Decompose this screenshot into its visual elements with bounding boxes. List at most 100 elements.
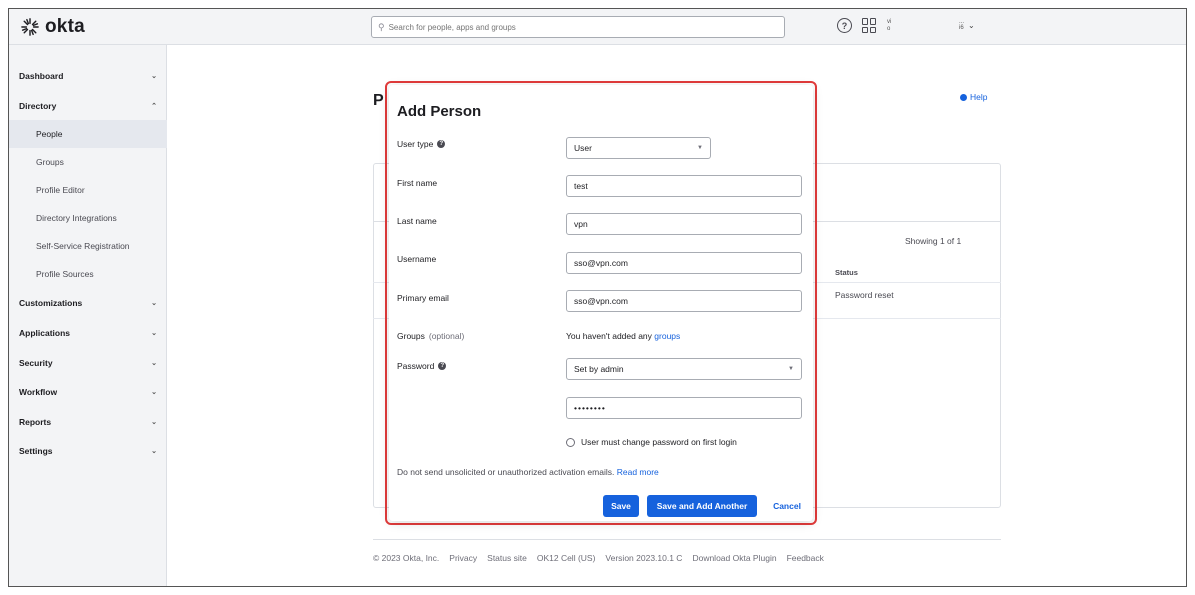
okta-logo[interactable]: okta [21,16,85,38]
help-link[interactable]: Help [960,92,987,102]
okta-sunburst-icon [21,18,39,36]
chevron-down-icon: ⌄ [151,299,157,307]
primary-email-label: Primary email [397,293,449,303]
column-header-status[interactable]: Status [835,268,858,277]
user-type-label: User type ? [397,139,446,149]
password-label: Password ? [397,361,447,371]
chevron-down-icon: ⌄ [151,359,157,367]
chevron-down-icon: ⌄ [151,388,157,396]
sidebar-item-label: Customizations [19,297,83,308]
info-icon[interactable]: ? [437,140,446,148]
change-password-label: User must change password on first login [581,437,737,447]
footer-link-privacy[interactable]: Privacy [449,553,477,563]
sidebar-item-label: Applications [19,327,71,338]
sidebar-item-self-service-registration[interactable]: Self-Service Registration [9,232,167,260]
activation-notice: Do not send unsolicited or unauthorized … [397,467,659,477]
global-search[interactable]: ⚲ [371,16,785,38]
chevron-up-icon: ⌃ [151,102,157,110]
cancel-button[interactable]: Cancel [765,495,809,517]
search-input[interactable] [388,22,769,32]
sidebar: Dashboard ⌄ Directory ⌃ People Groups Pr… [9,45,167,586]
footer: © 2023 Okta, Inc. Privacy Status site OK… [373,553,824,563]
sidebar-item-profile-sources[interactable]: Profile Sources [9,260,167,288]
sidebar-item-label: Dashboard [19,70,64,81]
help-dot-icon [960,93,967,101]
user-info[interactable]: vi o [887,19,891,33]
add-person-dialog: Add Person User type ? User ▼ First name… [389,85,813,521]
password-label-text: Password [397,361,435,371]
change-password-option[interactable]: User must change password on first login [566,437,737,447]
chevron-down-icon: ⌄ [151,418,157,426]
sidebar-item-label: Security [19,357,53,368]
groups-optional: (optional) [428,331,465,341]
save-button[interactable]: Save [603,495,639,517]
password-mode-value: Set by admin [574,364,624,374]
password-field[interactable]: •••••••• [566,397,802,419]
help-label: Help [970,92,988,102]
sidebar-item-people[interactable]: People [9,120,167,148]
sidebar-item-label: Workflow [19,386,58,397]
sidebar-item-groups[interactable]: Groups [9,148,167,176]
footer-cell: OK12 Cell (US) [536,553,596,563]
username-field[interactable]: sso@vpn.com [566,252,802,274]
sidebar-item-applications[interactable]: Applications ⌄ [9,318,167,347]
user-type-value: User [574,143,592,153]
info-icon[interactable]: ? [438,362,447,370]
groups-label: Groups (optional) [397,331,464,341]
org-menu[interactable]: ... i6 ⌄ [959,19,975,31]
groups-status-text: You haven't added any [566,331,652,341]
sidebar-item-workflow[interactable]: Workflow ⌄ [9,377,167,406]
first-name-field[interactable]: test [566,175,802,197]
groups-status: You haven't added any groups [566,331,680,341]
footer-version: Version 2023.10.1 C [605,553,683,563]
chevron-down-icon: ⌄ [151,447,157,455]
top-bar: okta ⚲ ? vi o ... i6 ⌄ [9,9,1186,45]
last-name-label: Last name [397,216,437,226]
chevron-down-icon: ⌄ [151,72,157,80]
notice-text: Do not send unsolicited or unauthorized … [397,467,615,477]
user-type-label-text: User type [397,139,434,149]
first-name-label: First name [397,178,438,188]
top-icons: ? vi o [837,18,891,33]
sidebar-item-label: Directory [19,100,57,111]
sidebar-item-settings[interactable]: Settings ⌄ [9,436,167,465]
sidebar-item-reports[interactable]: Reports ⌄ [9,407,167,436]
footer-link-status-site[interactable]: Status site [487,553,527,563]
chevron-down-icon: ⌄ [151,329,157,337]
dropdown-arrow-icon: ▼ [697,145,703,151]
save-and-add-another-button[interactable]: Save and Add Another [647,495,757,517]
footer-link-download-plugin[interactable]: Download Okta Plugin [692,553,776,563]
groups-label-text: Groups [397,331,425,341]
sidebar-item-dashboard[interactable]: Dashboard ⌄ [9,61,167,90]
user-line-1: vi [887,18,892,25]
username-label: Username [397,254,437,264]
sidebar-item-security[interactable]: Security ⌄ [9,348,167,377]
footer-link-feedback[interactable]: Feedback [787,553,824,563]
sidebar-item-directory-integrations[interactable]: Directory Integrations [9,204,167,232]
password-mode-select[interactable]: Set by admin ▼ [566,358,802,380]
sidebar-item-label: Settings [19,445,53,456]
page-title: P [373,92,384,109]
search-icon: ⚲ [378,21,385,32]
last-name-field[interactable]: vpn [566,213,802,235]
user-line-2: o [887,25,891,32]
sidebar-item-customizations[interactable]: Customizations ⌄ [9,288,167,317]
primary-email-field[interactable]: sso@vpn.com [566,290,802,312]
app-window: okta ⚲ ? vi o ... i6 ⌄ Dashboard ⌄ [8,8,1187,587]
sidebar-item-profile-editor[interactable]: Profile Editor [9,176,167,204]
table-cell-status: Password reset [835,290,894,300]
groups-link[interactable]: groups [654,331,680,341]
chevron-down-icon: ⌄ [968,20,975,30]
logo-text: okta [45,16,85,37]
help-icon[interactable]: ? [837,18,852,33]
change-password-checkbox[interactable] [566,437,575,447]
read-more-link[interactable]: Read more [617,467,659,477]
results-count: Showing 1 of 1 [905,236,962,246]
sidebar-item-label: Reports [19,416,52,427]
dialog-title: Add Person [397,103,482,120]
footer-divider [373,539,1001,540]
user-type-select[interactable]: User ▼ [566,137,711,159]
sidebar-item-directory[interactable]: Directory ⌃ [9,91,167,120]
footer-copyright: © 2023 Okta, Inc. [373,553,440,563]
apps-grid-icon[interactable] [862,18,877,33]
